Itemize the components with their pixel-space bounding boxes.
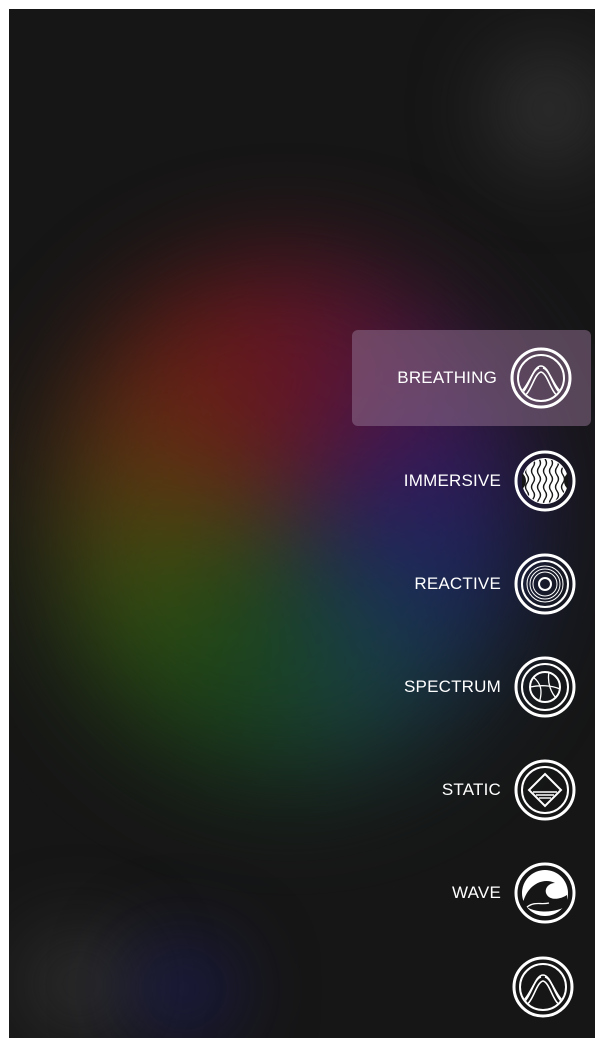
breathing-icon — [512, 956, 574, 1018]
wave-icon — [514, 862, 576, 924]
mode-item-reactive[interactable]: REACTIVE — [355, 536, 595, 632]
current-mode-button[interactable] — [511, 955, 575, 1019]
background-glow — [129, 939, 239, 1038]
mode-label: BREATHING — [397, 368, 497, 387]
reactive-icon — [514, 553, 576, 615]
immersive-icon — [514, 450, 576, 512]
mode-item-wave[interactable]: WAVE — [355, 845, 595, 941]
mode-label: STATIC — [441, 780, 501, 799]
mode-item-breathing[interactable]: BREATHING — [352, 330, 591, 426]
mode-label: SPECTRUM — [404, 677, 501, 696]
breathing-icon — [510, 347, 572, 409]
screen: BREATHING IMMERSIVE REACTIVE SPECTRUM ST… — [9, 9, 595, 1038]
background-glow — [19, 929, 139, 1038]
background-glow — [489, 49, 595, 169]
spectrum-icon — [514, 656, 576, 718]
static-icon — [514, 759, 576, 821]
mode-item-spectrum[interactable]: SPECTRUM — [355, 639, 595, 735]
mode-item-immersive[interactable]: IMMERSIVE — [355, 433, 595, 529]
mode-label: REACTIVE — [414, 574, 501, 593]
mode-item-static[interactable]: STATIC — [355, 742, 595, 838]
mode-label: IMMERSIVE — [403, 471, 501, 490]
mode-label: WAVE — [452, 883, 501, 902]
